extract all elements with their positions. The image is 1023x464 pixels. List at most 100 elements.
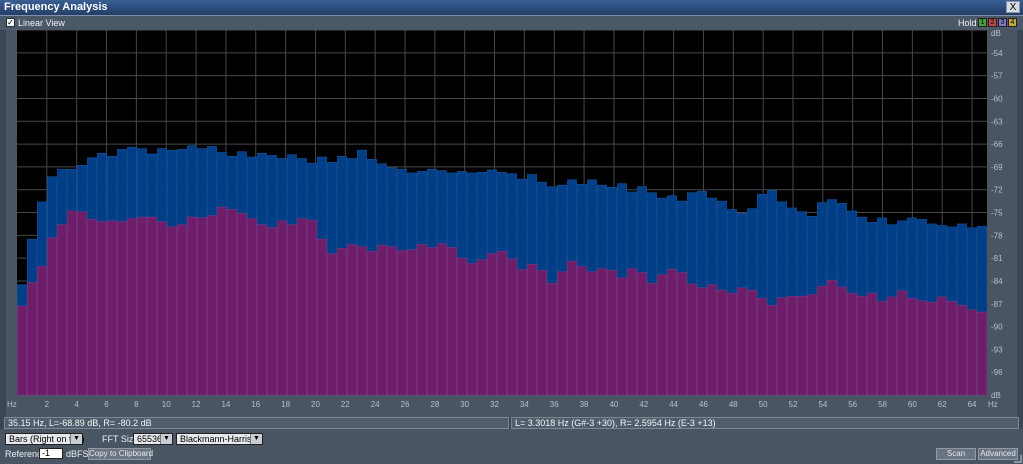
y-tick-label: -81 <box>991 254 1003 263</box>
bar-right-18 <box>197 217 207 396</box>
bar-right-27 <box>287 224 297 396</box>
bar-right-48 <box>497 251 507 396</box>
bar-right-79 <box>807 294 817 396</box>
y-tick-label: -54 <box>991 49 1003 58</box>
x-tick-label: 6 <box>104 400 109 409</box>
copy-to-clipboard-button[interactable]: Copy to Clipboard <box>88 448 153 460</box>
y-axis-unit-bottom: dB <box>991 391 1001 400</box>
bar-right-10 <box>117 221 127 396</box>
hold-button-3[interactable]: 3 <box>998 18 1007 27</box>
reference-input[interactable]: -1 <box>39 448 63 459</box>
resize-grip[interactable] <box>1014 455 1022 463</box>
bar-right-33 <box>347 244 357 396</box>
x-tick-label: 32 <box>490 400 499 409</box>
bar-right-43 <box>447 247 457 396</box>
bar-right-29 <box>307 219 317 396</box>
y-tick-label: -75 <box>991 209 1003 218</box>
bar-right-82 <box>837 286 847 396</box>
bar-right-30 <box>317 238 327 396</box>
bar-right-16 <box>177 224 187 396</box>
x-tick-label: 62 <box>938 400 947 409</box>
x-tick-label: 8 <box>134 400 139 409</box>
window-function-value: Blackmann-Harris <box>180 434 252 444</box>
x-tick-label: 50 <box>759 400 768 409</box>
linear-view-checkbox[interactable]: ✓ <box>6 18 15 27</box>
bar-right-56 <box>577 266 587 396</box>
window-function-select[interactable]: Blackmann-Harris ▼ <box>176 433 263 445</box>
bar-right-45 <box>467 263 477 396</box>
x-tick-label: 46 <box>699 400 708 409</box>
window-title: Frequency Analysis <box>4 1 108 13</box>
bar-right-54 <box>557 271 567 396</box>
bar-right-34 <box>357 246 367 396</box>
y-tick-label: -69 <box>991 163 1003 172</box>
bar-right-55 <box>567 260 577 396</box>
bar-right-12 <box>137 216 147 396</box>
bar-right-8 <box>97 221 107 396</box>
bar-right-13 <box>147 216 157 396</box>
bar-right-69 <box>707 284 717 396</box>
bar-right-83 <box>847 292 857 396</box>
bar-right-20 <box>217 206 227 396</box>
hold-button-1[interactable]: 1 <box>978 18 987 27</box>
display-mode-select[interactable]: Bars (Right on top) ▼ <box>5 433 85 445</box>
title-bar: Frequency Analysis X <box>0 0 1023 16</box>
bar-right-22 <box>237 213 247 396</box>
bar-right-81 <box>827 279 837 396</box>
bar-right-68 <box>697 287 707 396</box>
x-tick-label: 60 <box>908 400 917 409</box>
x-tick-label: 34 <box>520 400 529 409</box>
hold-button-4[interactable]: 4 <box>1008 18 1017 27</box>
bar-right-71 <box>727 292 737 396</box>
bar-right-3 <box>47 237 57 396</box>
bar-right-74 <box>757 298 767 396</box>
scan-button[interactable]: Scan <box>936 448 976 460</box>
bar-right-9 <box>107 220 117 396</box>
y-tick-label: -72 <box>991 186 1003 195</box>
bar-right-80 <box>817 286 827 396</box>
bar-right-57 <box>587 271 597 396</box>
close-button[interactable]: X <box>1006 1 1020 13</box>
bar-right-87 <box>887 296 897 396</box>
y-tick-label: -90 <box>991 323 1003 332</box>
y-tick-label: -63 <box>991 117 1003 126</box>
bar-right-95 <box>967 309 977 396</box>
y-tick-label: -93 <box>991 345 1003 354</box>
x-tick-label: 42 <box>639 400 648 409</box>
bar-right-61 <box>627 268 637 396</box>
bar-right-24 <box>257 224 267 396</box>
spectrum-plot[interactable]: dB -54 -57 -60 -63 -66 -69 -72 -75 -78 -81 -84 -87 -9… <box>6 30 1017 417</box>
bar-right-6 <box>77 211 87 396</box>
bar-right-11 <box>127 218 137 396</box>
bar-right-93 <box>947 301 957 396</box>
x-tick-label: 20 <box>311 400 320 409</box>
x-axis-unit-right: Hz <box>988 400 998 409</box>
bar-right-62 <box>637 272 647 396</box>
hold-label: Hold <box>958 18 977 28</box>
x-tick-label: 30 <box>460 400 469 409</box>
bar-right-14 <box>157 221 167 396</box>
bar-right-37 <box>387 246 397 396</box>
bar-right-1 <box>27 282 37 396</box>
bar-right-73 <box>747 289 757 396</box>
x-tick-label: 24 <box>371 400 380 409</box>
bar-right-85 <box>867 292 877 396</box>
bar-right-53 <box>547 282 557 396</box>
bar-right-7 <box>87 219 97 396</box>
x-tick-label: 64 <box>968 400 977 409</box>
bar-right-60 <box>617 277 627 396</box>
y-axis-unit-top: dB <box>991 30 1001 38</box>
fft-size-select[interactable]: 65536 ▼ <box>133 433 173 445</box>
advanced-button[interactable]: Advanced <box>978 448 1018 460</box>
bar-right-50 <box>517 269 527 396</box>
bar-right-21 <box>227 209 237 396</box>
controls-panel: Bars (Right on top) ▼ FFT Size 65536 ▼ B… <box>0 429 1023 464</box>
hold-button-2[interactable]: 2 <box>988 18 997 27</box>
chevron-down-icon: ▼ <box>250 434 262 444</box>
bar-right-52 <box>537 270 547 396</box>
x-tick-label: 22 <box>341 400 350 409</box>
bar-right-2 <box>37 266 47 396</box>
bar-right-65 <box>667 269 677 396</box>
bar-right-5 <box>67 210 77 396</box>
bar-right-58 <box>597 268 607 396</box>
